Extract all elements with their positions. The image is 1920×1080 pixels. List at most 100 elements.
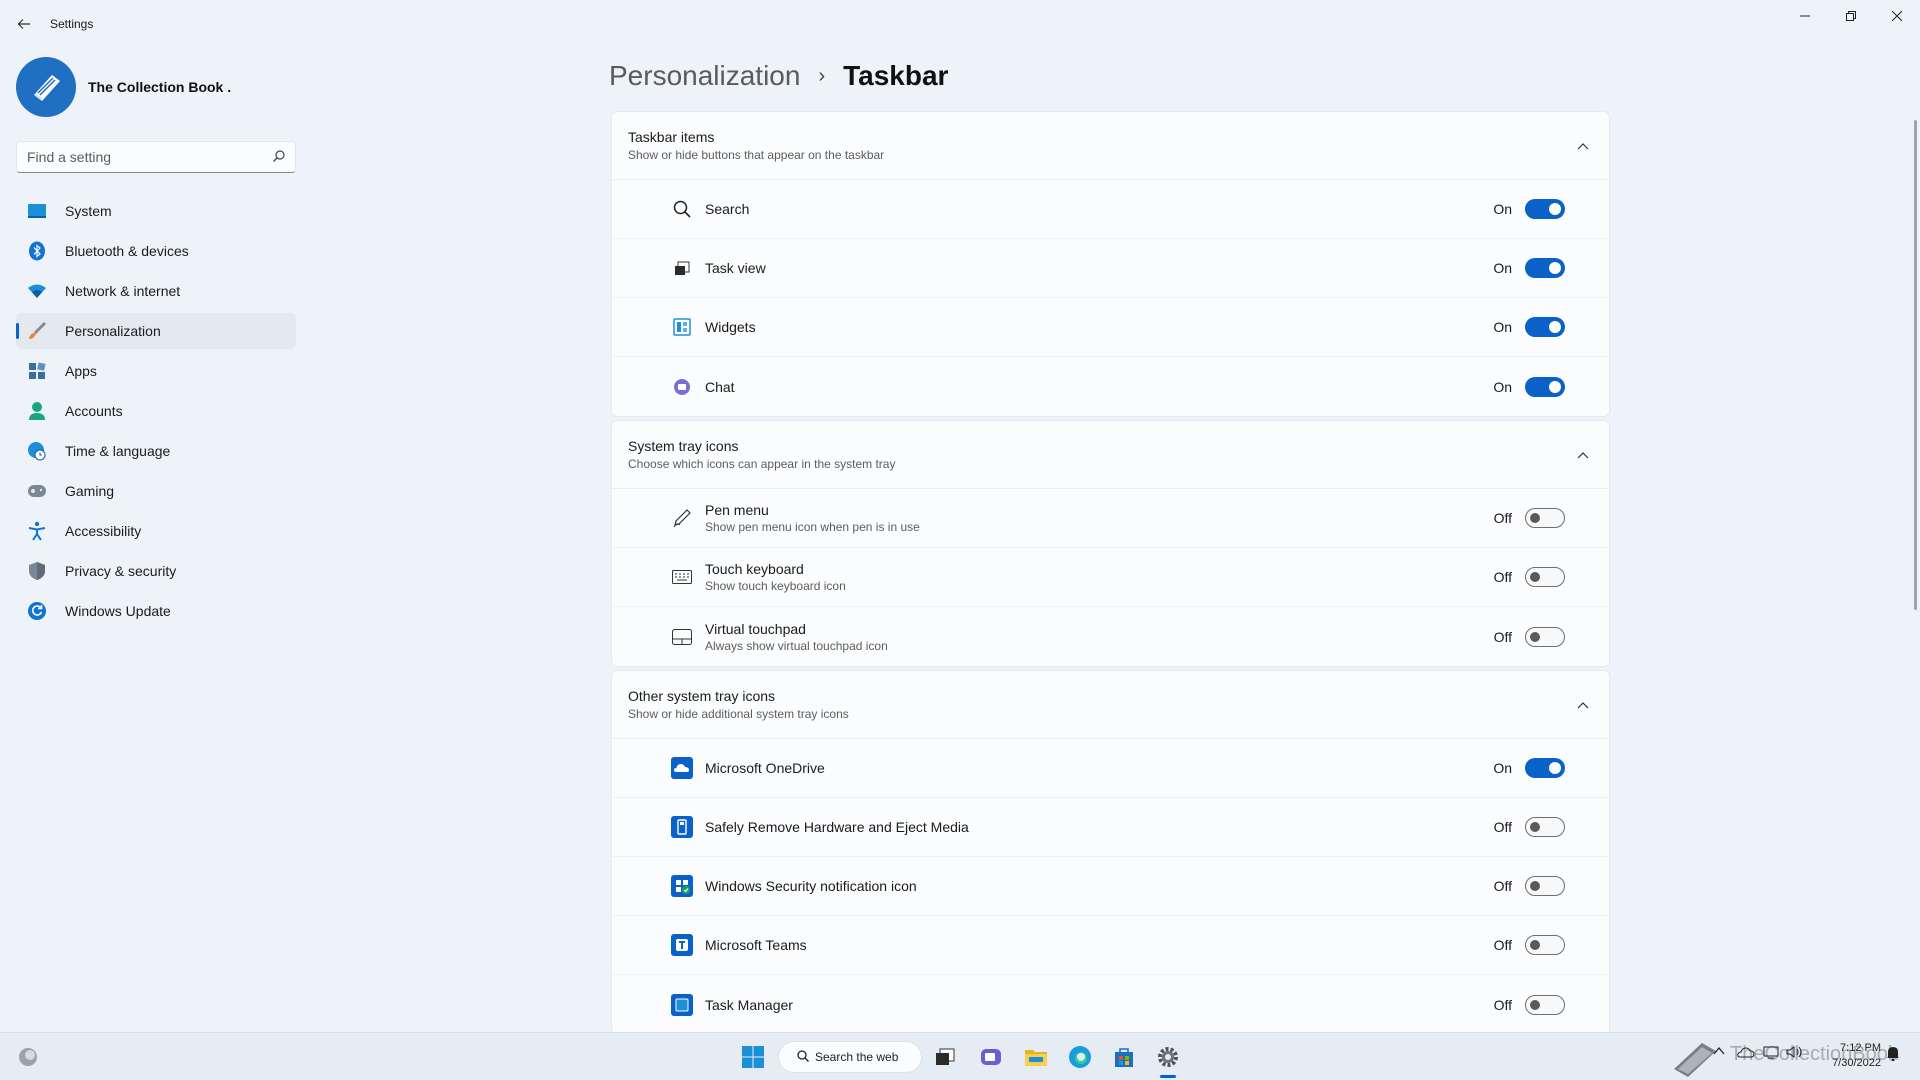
system-tray-icons-header[interactable]: System tray icons Choose which icons can… [612, 421, 1609, 489]
sidebar-item-gaming[interactable]: Gaming [16, 473, 296, 509]
setting-row-task-view: Task view On [612, 239, 1609, 298]
profile-name: The Collection Book . [88, 79, 232, 95]
setting-row-virtual-touchpad: Virtual touchpad Always show virtual tou… [612, 607, 1609, 666]
scrollbar[interactable] [1914, 120, 1917, 610]
bluetooth-icon [26, 240, 48, 262]
toggle-state-label: Off [1493, 569, 1512, 585]
windows-security-toggle[interactable] [1525, 876, 1565, 896]
network-icon[interactable] [1763, 1045, 1779, 1062]
taskbar-search-label: Search the web [815, 1050, 899, 1064]
other-system-tray-icons-header[interactable]: Other system tray icons Show or hide add… [612, 671, 1609, 739]
widgets-toggle[interactable] [1525, 317, 1565, 337]
row-label: Task view [705, 260, 766, 276]
sidebar-item-privacy[interactable]: Privacy & security [16, 553, 296, 589]
breadcrumb-parent[interactable]: Personalization [609, 60, 800, 92]
row-label: Chat [705, 378, 735, 395]
sidebar-item-bluetooth[interactable]: Bluetooth & devices [16, 233, 296, 269]
brush-icon [26, 320, 48, 342]
settings-gear-icon[interactable] [1152, 1041, 1184, 1073]
safely-remove-toggle[interactable] [1525, 817, 1565, 837]
onedrive-toggle[interactable] [1525, 758, 1565, 778]
search-setting-field[interactable] [16, 141, 296, 173]
chevron-up-icon[interactable] [1713, 1045, 1725, 1059]
task-view-icon[interactable] [929, 1041, 961, 1073]
globe-clock-icon [26, 440, 48, 462]
windows-security-icon [671, 875, 693, 897]
sidebar-item-network[interactable]: Network & internet [16, 273, 296, 309]
shield-icon [26, 560, 48, 582]
touch-keyboard-toggle[interactable] [1525, 567, 1565, 587]
task-manager-toggle[interactable] [1525, 994, 1565, 1015]
touchpad-icon [671, 626, 693, 648]
task-manager-icon [671, 993, 693, 1016]
onedrive-icon [671, 757, 693, 779]
sidebar-item-label: System [65, 203, 112, 219]
avatar [16, 57, 76, 117]
row-label: Touch keyboard [705, 561, 804, 577]
apps-icon [26, 360, 48, 382]
chevron-up-icon[interactable] [1575, 447, 1591, 463]
group-title: Other system tray icons [628, 688, 776, 704]
weather-icon[interactable] [12, 1041, 44, 1073]
edge-icon[interactable] [1064, 1041, 1096, 1073]
store-icon[interactable] [1108, 1041, 1140, 1073]
system-icon [26, 200, 48, 222]
sidebar-item-label: Accounts [65, 403, 123, 419]
taskbar-items-group: Taskbar items Show or hide buttons that … [611, 111, 1610, 417]
task-view-toggle[interactable] [1525, 258, 1565, 278]
onedrive-tray-icon[interactable] [1737, 1045, 1755, 1062]
usb-eject-icon [671, 816, 693, 838]
sidebar-nav: System Bluetooth & devices Network & int… [16, 193, 296, 633]
restore-icon[interactable] [1828, 0, 1874, 32]
file-explorer-icon[interactable] [1020, 1041, 1052, 1073]
gamepad-icon [26, 480, 48, 502]
sidebar-item-system[interactable]: System [16, 193, 296, 229]
active-app-indicator [1160, 1075, 1176, 1078]
volume-icon[interactable] [1786, 1045, 1804, 1062]
teams-icon [671, 934, 693, 956]
taskbar-items-header[interactable]: Taskbar items Show or hide buttons that … [612, 112, 1609, 180]
clock[interactable]: 7:12 PM 7/30/2022 [1815, 1041, 1881, 1071]
toggle-state-label: Off [1493, 628, 1512, 645]
sidebar-item-accessibility[interactable]: Accessibility [16, 513, 296, 549]
sidebar-item-label: Privacy & security [65, 563, 177, 579]
sidebar-item-time-language[interactable]: Time & language [16, 433, 296, 469]
back-arrow-icon[interactable] [12, 12, 36, 36]
toggle-state-label: Off [1493, 996, 1512, 1013]
search-input[interactable] [27, 149, 273, 165]
user-profile[interactable]: The Collection Book . [16, 56, 231, 118]
windows-taskbar: Search the web TheCollectionBook 7:12 PM… [0, 1032, 1920, 1080]
close-icon[interactable] [1874, 0, 1920, 32]
virtual-touchpad-toggle[interactable] [1525, 626, 1565, 647]
chevron-up-icon[interactable] [1575, 138, 1591, 154]
chat-toggle[interactable] [1525, 376, 1565, 397]
toggle-state-label: On [1493, 319, 1512, 335]
taskbar-search[interactable]: Search the web [778, 1041, 922, 1073]
keyboard-icon [671, 566, 693, 588]
sidebar-item-accounts[interactable]: Accounts [16, 393, 296, 429]
setting-row-windows-security: Windows Security notification icon Off [612, 857, 1609, 916]
notification-bell-icon[interactable] [1886, 1045, 1900, 1064]
other-system-tray-icons-group: Other system tray icons Show or hide add… [611, 670, 1610, 1035]
system-tray-icons-group: System tray icons Choose which icons can… [611, 420, 1610, 667]
setting-row-task-manager: Task Manager Off [612, 975, 1609, 1034]
chevron-up-icon[interactable] [1575, 697, 1591, 713]
group-title: System tray icons [628, 438, 739, 454]
minimize-icon[interactable] [1782, 0, 1828, 32]
pen-menu-toggle[interactable] [1525, 508, 1565, 528]
start-icon[interactable] [737, 1041, 769, 1073]
search-toggle[interactable] [1525, 199, 1565, 219]
teams-toggle[interactable] [1525, 935, 1565, 955]
toggle-state-label: On [1493, 760, 1512, 776]
toggle-state-label: Off [1493, 510, 1512, 526]
sidebar-item-personalization[interactable]: Personalization [16, 313, 296, 349]
sidebar-item-apps[interactable]: Apps [16, 353, 296, 389]
breadcrumb: Personalization › Taskbar [609, 56, 948, 96]
widgets-icon [671, 316, 693, 338]
title-bar: Settings [0, 0, 1920, 48]
toggle-state-label: On [1493, 260, 1512, 276]
sidebar-item-windows-update[interactable]: Windows Update [16, 593, 296, 629]
toggle-state-label: Off [1493, 819, 1512, 835]
accounts-icon [26, 400, 48, 422]
chat-icon[interactable] [975, 1041, 1007, 1073]
